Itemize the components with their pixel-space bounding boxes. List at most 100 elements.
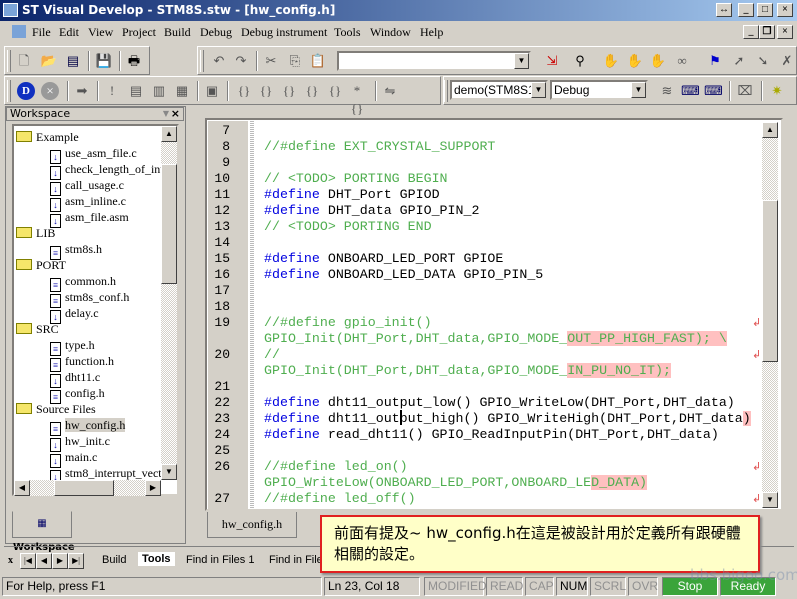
binoculars-icon[interactable]: ⚲: [571, 52, 589, 70]
tree-folder[interactable]: PORT: [16, 257, 66, 273]
chevron-down-icon[interactable]: ▼: [631, 82, 646, 98]
minimize-button[interactable]: _: [738, 3, 754, 17]
code-line[interactable]: // <TODO> PORTING BEGIN: [264, 171, 448, 187]
chevron-down-icon[interactable]: ▼: [531, 82, 546, 98]
close-button[interactable]: ×: [777, 3, 793, 17]
menu-view[interactable]: View: [88, 25, 113, 40]
code-line[interactable]: GPIO_Init(DHT_Port,DHT_data,GPIO_MODE_IN…: [264, 363, 671, 379]
find-in-files-icon[interactable]: ⇲: [543, 52, 561, 70]
editor-scroll-thumb[interactable]: [762, 200, 778, 362]
scroll-left-icon[interactable]: ◀: [14, 480, 30, 496]
download-icon[interactable]: ▦: [173, 82, 191, 100]
code-line[interactable]: #define DHT_Port GPIOD: [264, 187, 440, 203]
copy-icon[interactable]: ⎘: [286, 52, 304, 70]
hand-icon[interactable]: ✋: [602, 52, 620, 70]
tree-file[interactable]: ↓ check_length_of_int: [50, 161, 164, 180]
doc-restore-button[interactable]: ❐: [759, 25, 775, 39]
menu-debug-instrument[interactable]: Debug instrument: [241, 25, 327, 40]
disasm-icon[interactable]: ▣: [203, 82, 221, 100]
tree-file[interactable]: ↓ call_usage.c: [50, 177, 124, 196]
output-tab-tools[interactable]: Tools: [138, 552, 175, 566]
code-line[interactable]: // <TODO> PORTING END: [264, 219, 432, 235]
bookmark-next-icon[interactable]: ➚: [730, 52, 748, 70]
tree-file[interactable]: ↓ dht11.c: [50, 369, 100, 388]
chevron-down-icon[interactable]: ▼: [514, 53, 529, 69]
hand-remove-icon[interactable]: ✋: [649, 52, 667, 70]
debug-start-icon[interactable]: D: [17, 82, 35, 100]
save-icon[interactable]: 💾: [95, 52, 113, 70]
bookmark-flag-icon[interactable]: ⚑: [706, 52, 724, 70]
tree-vertical-scrollbar[interactable]: ▲ ▼: [161, 126, 177, 480]
bookmark-clear-icon[interactable]: ✗: [778, 52, 796, 70]
debug-stop-icon[interactable]: ×: [41, 82, 59, 100]
scroll-down-icon[interactable]: ▼: [161, 464, 177, 480]
maximize-button[interactable]: □: [757, 3, 773, 17]
step-over-icon[interactable]: {}: [257, 82, 275, 100]
compile-icon[interactable]: !: [103, 82, 121, 100]
new-file-icon[interactable]: 🗋: [15, 52, 33, 70]
menu-build[interactable]: Build: [164, 25, 191, 40]
scroll-up-icon[interactable]: ▲: [762, 122, 778, 138]
code-line[interactable]: //#define led_off(): [264, 491, 416, 507]
tree-file[interactable]: ↓ asm_inline.c: [50, 193, 126, 212]
step-into-asm-icon[interactable]: {}: [280, 82, 298, 100]
menu-debug[interactable]: Debug: [200, 25, 232, 40]
run-icon[interactable]: ⇋: [381, 82, 399, 100]
tree-file[interactable]: ≡ hw_config.h: [50, 417, 126, 436]
program-all-icon[interactable]: ⌨: [704, 82, 723, 100]
menu-edit[interactable]: Edit: [59, 25, 79, 40]
tree-folder[interactable]: SRC: [16, 321, 59, 337]
tree-file[interactable]: ≡ stm8s.h: [50, 241, 102, 260]
tree-file[interactable]: ↓ stm8_interrupt_vecto: [50, 465, 168, 484]
build-icon[interactable]: ▤: [127, 82, 145, 100]
code-line[interactable]: #define DHT_data GPIO_PIN_2: [264, 203, 479, 219]
open-window-icon[interactable]: ▤: [64, 52, 82, 70]
program-icon[interactable]: ⌨: [681, 82, 700, 100]
tree-file[interactable]: ↓ main.c: [50, 449, 97, 468]
cut-icon[interactable]: ✂: [262, 52, 280, 70]
editor-tab-hw-config[interactable]: hw_config.h: [207, 512, 297, 538]
prev-tab-icon[interactable]: ◀: [36, 553, 52, 569]
menu-window[interactable]: Window: [370, 25, 411, 40]
open-folder-icon[interactable]: 📂: [40, 52, 58, 70]
tree-file[interactable]: ≡ function.h: [50, 353, 114, 372]
code-line[interactable]: GPIO_WriteLow(ONBOARD_LED_PORT,ONBOARD_L…: [264, 475, 648, 491]
code-line[interactable]: #define dht11_output_low() GPIO_WriteLow…: [264, 395, 735, 411]
menu-tools[interactable]: Tools: [334, 25, 361, 40]
project-combo[interactable]: demo(STM8S10 ▼: [450, 80, 548, 100]
last-tab-icon[interactable]: ▶|: [68, 553, 84, 569]
tree-file[interactable]: ≡ config.h: [50, 385, 105, 404]
code-line[interactable]: #define read_dht11() GPIO_ReadInputPin(D…: [264, 427, 719, 443]
step-out-icon[interactable]: {}: [326, 82, 344, 100]
chip-icon[interactable]: ✷: [768, 82, 786, 100]
run-to-cursor-icon[interactable]: *{}: [348, 82, 366, 116]
tree-horizontal-scrollbar[interactable]: ◀ ▶: [14, 480, 161, 496]
scroll-right-icon[interactable]: ▶: [145, 480, 161, 496]
tree-file[interactable]: ≡ common.h: [50, 273, 116, 292]
tree-file[interactable]: ↓ delay.c: [50, 305, 99, 324]
tree-hscroll-thumb[interactable]: [54, 480, 114, 496]
redo-icon[interactable]: ↷: [232, 52, 250, 70]
step-into-icon[interactable]: {}: [235, 82, 253, 100]
pin-icon[interactable]: ▼: [163, 108, 169, 120]
editor-vertical-scrollbar[interactable]: ▲ ▼: [762, 122, 778, 508]
tree-folder[interactable]: Source Files: [16, 401, 96, 417]
find-combo[interactable]: ▼: [337, 51, 531, 71]
menu-project[interactable]: Project: [122, 25, 156, 40]
tree-folder[interactable]: Example: [16, 129, 79, 145]
menu-help[interactable]: Help: [420, 25, 443, 40]
output-close-button[interactable]: x: [8, 555, 13, 566]
rebuild-icon[interactable]: ▥: [150, 82, 168, 100]
resize-button[interactable]: ↔: [716, 3, 732, 17]
code-line[interactable]: #define ONBOARD_LED_DATA GPIO_PIN_5: [264, 267, 543, 283]
doc-close-button[interactable]: ×: [777, 25, 793, 39]
bookmark-prev-icon[interactable]: ➘: [754, 52, 772, 70]
tree-file[interactable]: ↓ use_asm_file.c: [50, 145, 137, 164]
tree-file[interactable]: ↓ hw_init.c: [50, 433, 110, 452]
tree-file[interactable]: ≡ stm8s_conf.h: [50, 289, 129, 308]
code-line[interactable]: //#define gpio_init(): [264, 315, 432, 331]
run-arrow-icon[interactable]: ➡: [73, 82, 91, 100]
layers-icon[interactable]: ≋: [658, 82, 676, 100]
paste-icon[interactable]: 📋: [309, 52, 327, 70]
undo-icon[interactable]: ↶: [210, 52, 228, 70]
